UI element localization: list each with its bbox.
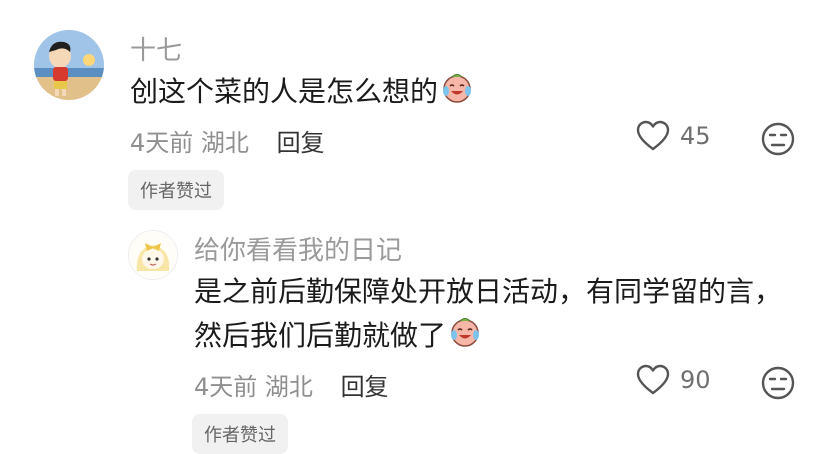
- avatar[interactable]: [34, 30, 104, 100]
- like-count: 90: [680, 366, 711, 394]
- heart-icon: [636, 120, 670, 151]
- comment-text: 是之前后勤保障处开放日活动，有同学留的言， 然后我们后勤就做了: [194, 270, 782, 360]
- like-button[interactable]: 45: [636, 120, 711, 152]
- heart-icon: [636, 364, 670, 395]
- author-liked-badge: 作者赞过: [192, 414, 288, 454]
- comment-time: 4天前: [194, 373, 258, 401]
- comment-meta: 4天前 湖北 回复: [194, 367, 389, 402]
- cartoon-girl-with-bow-avatar: [129, 231, 177, 279]
- comment-location: 湖北: [264, 373, 313, 401]
- like-count: 45: [680, 122, 711, 150]
- avatar[interactable]: [128, 230, 178, 280]
- comment-location: 湖北: [200, 129, 249, 157]
- cartoon-boy-at-beach-avatar: [34, 30, 104, 100]
- crying-laughing-face-icon: [448, 315, 482, 360]
- comment-text-line: 然后我们后勤就做了: [194, 314, 782, 360]
- comment-username[interactable]: 给你看看我的日记: [194, 230, 402, 267]
- reply-button[interactable]: 回复: [341, 373, 389, 401]
- neutral-face-icon: [761, 366, 795, 400]
- like-button[interactable]: 90: [636, 364, 711, 396]
- author-liked-badge: 作者赞过: [128, 170, 224, 210]
- comment-text-body: 然后我们后勤就做了: [194, 319, 447, 352]
- reply-button[interactable]: 回复: [277, 129, 325, 157]
- comment-time: 4天前: [130, 129, 194, 157]
- comment-text-line: 是之前后勤保障处开放日活动，有同学留的言，: [194, 275, 783, 308]
- comment-text: 创这个菜的人是怎么想的: [130, 70, 474, 116]
- comment-text-body: 创这个菜的人是怎么想的: [130, 75, 439, 108]
- dislike-button[interactable]: [760, 365, 796, 405]
- comment-username[interactable]: 十七: [130, 30, 182, 67]
- comment-meta: 4天前 湖北 回复: [130, 123, 325, 158]
- crying-laughing-face-icon: [440, 71, 474, 116]
- dislike-button[interactable]: [760, 121, 796, 161]
- neutral-face-icon: [761, 122, 795, 156]
